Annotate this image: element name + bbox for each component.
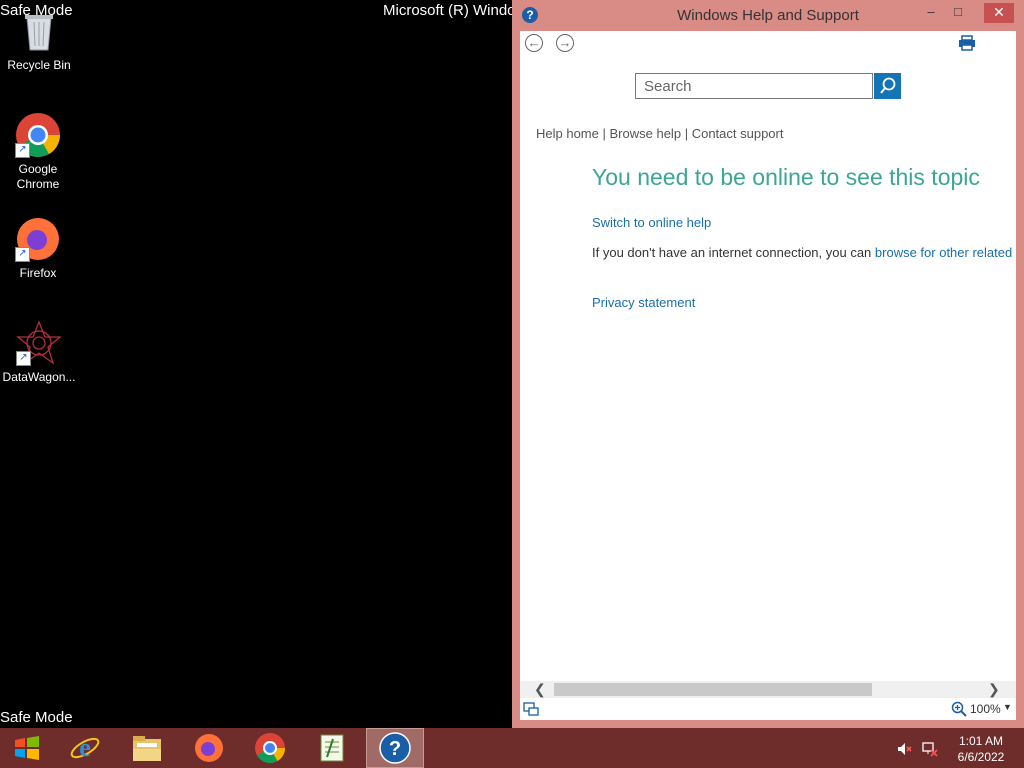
offline-note: If you don't have an internet connection…: [592, 245, 1012, 260]
recycle-bin-icon: [16, 8, 62, 54]
separator: |: [602, 126, 606, 141]
chevron-down-icon[interactable]: ▼: [1003, 702, 1012, 712]
firefox-icon: [195, 734, 223, 762]
taskbar-notepad[interactable]: [303, 728, 361, 768]
desktop-icon-label: Firefox: [19, 266, 57, 280]
help-content: ← → Help home | Browse help | Contact su…: [520, 31, 1016, 720]
scroll-left-icon[interactable]: ❮: [534, 681, 546, 698]
back-arrow-icon[interactable]: ←: [525, 34, 543, 52]
chrome-icon: [255, 733, 285, 764]
shortcut-arrow-icon: ↗: [15, 143, 30, 158]
privacy-statement-link[interactable]: Privacy statement: [592, 295, 695, 310]
file-explorer-icon: [133, 736, 161, 761]
clock-time: 1:01 AM: [958, 734, 1004, 748]
browse-mode-icon[interactable]: [523, 701, 539, 717]
scroll-right-icon[interactable]: ❯: [988, 681, 1000, 698]
contact-support-link[interactable]: Contact support: [692, 126, 784, 141]
search-button[interactable]: [874, 73, 901, 99]
desktop-icon-datawagon[interactable]: ↗ DataWagon...: [1, 320, 77, 385]
desktop-icon-recycle-bin[interactable]: Recycle Bin: [1, 8, 77, 73]
print-icon[interactable]: [958, 35, 976, 51]
network-disconnected-icon[interactable]: [922, 741, 938, 757]
separator: |: [684, 126, 689, 141]
taskbar: e ? 1:01 AM 6/6/2022: [0, 728, 1024, 768]
help-window: ? Windows Help and Support – □ ✕ ← → Hel…: [512, 0, 1024, 728]
switch-to-online-help-link[interactable]: Switch to online help: [592, 215, 711, 230]
shortcut-arrow-icon: ↗: [16, 351, 31, 366]
start-icon: [15, 736, 39, 760]
system-clock[interactable]: 1:01 AM 6/6/2022: [946, 733, 1016, 765]
taskbar-chrome[interactable]: [241, 728, 299, 768]
offline-note-text: If you don't have an internet connection…: [592, 245, 875, 260]
taskbar-help-and-support[interactable]: ?: [366, 728, 424, 768]
help-icon: ?: [379, 732, 411, 764]
taskbar-internet-explorer[interactable]: e: [56, 728, 114, 768]
internet-explorer-icon: e: [70, 733, 100, 762]
firefox-icon: ↗: [15, 216, 61, 262]
os-version-label: Microsoft (R) Windo: [383, 2, 516, 19]
zoom-icon[interactable]: [951, 701, 967, 717]
desktop-icon-firefox[interactable]: ↗ Firefox: [0, 216, 76, 281]
desktop-icon-label: Google Chrome: [16, 162, 60, 191]
svg-text:?: ?: [389, 738, 401, 760]
close-button[interactable]: ✕: [984, 3, 1014, 23]
svg-text:e: e: [79, 733, 91, 762]
desktop-icon-google-chrome[interactable]: ↗ Google Chrome: [0, 112, 76, 192]
help-home-link[interactable]: Help home: [536, 126, 599, 141]
status-bar: 100% ▼: [520, 698, 1016, 720]
browse-help-link[interactable]: Browse help: [610, 126, 682, 141]
datawagon-icon: ↗: [16, 320, 62, 366]
clock-date: 6/6/2022: [957, 750, 1005, 764]
browse-related-link[interactable]: browse for other related: [875, 245, 1012, 260]
minimize-button[interactable]: –: [918, 3, 944, 23]
start-button[interactable]: [0, 728, 54, 768]
taskbar-file-explorer[interactable]: [118, 728, 176, 768]
chrome-icon: ↗: [15, 112, 61, 158]
scroll-thumb[interactable]: [554, 683, 872, 696]
search-icon: [880, 77, 896, 94]
volume-muted-icon[interactable]: [897, 741, 913, 757]
forward-arrow-icon[interactable]: →: [556, 34, 574, 52]
search-input[interactable]: [635, 73, 873, 99]
notepad-icon: [320, 734, 344, 762]
title-bar[interactable]: ? Windows Help and Support – □ ✕: [512, 0, 1024, 31]
taskbar-firefox[interactable]: [180, 728, 238, 768]
desktop-icon-label: DataWagon...: [2, 370, 76, 384]
breadcrumb: Help home | Browse help | Contact suppor…: [536, 126, 783, 141]
maximize-button[interactable]: □: [945, 3, 971, 23]
topic-heading: You need to be online to see this topic: [592, 164, 980, 190]
desktop-icon-label: Recycle Bin: [7, 58, 71, 72]
zoom-level[interactable]: 100%: [970, 702, 1001, 716]
horizontal-scrollbar[interactable]: ❮ ❯: [520, 681, 1016, 698]
safe-mode-label-bottom: Safe Mode: [0, 709, 73, 726]
shortcut-arrow-icon: ↗: [15, 247, 30, 262]
